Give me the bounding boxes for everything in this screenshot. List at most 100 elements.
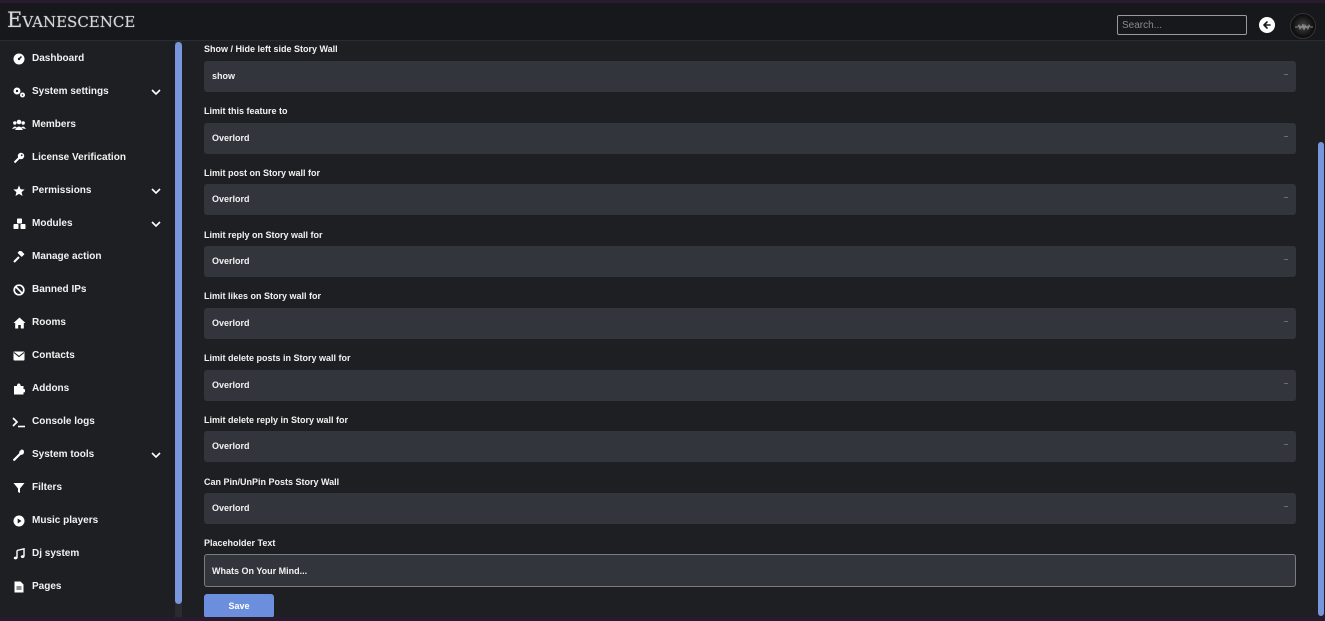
dashboard-icon: [12, 52, 26, 66]
sidebar-item-label: System tools: [32, 449, 95, 460]
sidebar-item-label: Music players: [32, 515, 99, 526]
site-logo[interactable]: Evanescence: [7, 8, 135, 32]
star-icon: [12, 184, 26, 198]
select-value: Overlord: [212, 194, 250, 204]
sidebar-scrollbar-thumb[interactable]: [175, 42, 182, 604]
field-label: Limit likes on Story wall for: [204, 291, 322, 301]
save-button[interactable]: Save: [204, 594, 274, 618]
ban-icon: [12, 283, 26, 297]
caret-icon: [1284, 136, 1288, 137]
select-value: Overlord: [212, 380, 250, 390]
field-label: Limit reply on Story wall for: [204, 230, 323, 240]
puzzle-icon: [12, 382, 26, 396]
bottom-strip: [0, 617, 1325, 621]
limit-delete-posts-select[interactable]: Overlord: [204, 370, 1296, 401]
limit-feature-select[interactable]: Overlord: [204, 123, 1296, 154]
sidebar-item-label: Addons: [32, 383, 70, 394]
terminal-icon: [12, 415, 26, 429]
sidebar-item-banned-ips[interactable]: Banned IPs: [0, 273, 172, 306]
sidebar-item-pages[interactable]: Pages: [0, 570, 172, 603]
sidebar: Dashboard System settings Members Licens…: [0, 41, 183, 621]
sidebar-item-dj-system[interactable]: Dj system: [0, 537, 172, 570]
caret-icon: [1284, 197, 1288, 198]
limit-reply-select[interactable]: Overlord: [204, 246, 1296, 277]
avatar[interactable]: [1290, 13, 1316, 39]
field-label: Limit delete reply in Story wall for: [204, 415, 349, 425]
select-value: Overlord: [212, 441, 250, 451]
sidebar-item-label: Rooms: [32, 317, 66, 328]
sidebar-item-label: License Verification: [32, 152, 126, 163]
key-icon: [12, 151, 26, 165]
sidebar-item-contacts[interactable]: Contacts: [0, 339, 172, 372]
field-label: Limit delete posts in Story wall for: [204, 353, 351, 363]
select-value: Overlord: [212, 133, 250, 143]
field-label: Show / Hide left side Story Wall: [204, 44, 338, 54]
cubes-icon: [12, 217, 26, 231]
sidebar-item-label: Pages: [32, 581, 62, 592]
arrow-left-icon: [1263, 21, 1271, 29]
field-label: Placeholder Text: [204, 538, 276, 548]
sidebar-item-label: Dashboard: [32, 53, 85, 64]
sidebar-item-system-settings[interactable]: System settings: [0, 75, 172, 108]
limit-post-select[interactable]: Overlord: [204, 184, 1296, 215]
sidebar-item-label: Manage action: [32, 251, 102, 262]
caret-icon: [1284, 321, 1288, 322]
limit-likes-select[interactable]: Overlord: [204, 308, 1296, 339]
chevron-down-icon: [151, 187, 161, 194]
sidebar-item-label: Contacts: [32, 350, 75, 361]
avatar-image: [1295, 23, 1313, 31]
field-label: Limit post on Story wall for: [204, 168, 321, 178]
sidebar-item-label: Dj system: [32, 548, 80, 559]
caret-icon: [1284, 506, 1288, 507]
sidebar-item-license-verification[interactable]: License Verification: [0, 141, 172, 174]
wrench-icon: [12, 448, 26, 462]
play-circle-icon: [12, 514, 26, 528]
home-icon: [12, 316, 26, 330]
users-icon: [12, 118, 26, 132]
select-value: Overlord: [212, 256, 250, 266]
sidebar-item-label: Modules: [32, 218, 73, 229]
sidebar-item-label: Members: [32, 119, 76, 130]
show-hide-story-wall-select[interactable]: show: [204, 61, 1296, 92]
sidebar-item-label: Console logs: [32, 416, 95, 427]
select-value: show: [212, 71, 236, 81]
gavel-icon: [12, 250, 26, 264]
back-button[interactable]: [1259, 17, 1275, 33]
music-icon: [12, 547, 26, 561]
chevron-down-icon: [151, 88, 161, 95]
sidebar-item-music-players[interactable]: Music players: [0, 504, 172, 537]
sidebar-item-console-logs[interactable]: Console logs: [0, 405, 172, 438]
search-input[interactable]: [1117, 15, 1247, 35]
field-label: Limit this feature to: [204, 106, 288, 116]
sidebar-item-permissions[interactable]: Permissions: [0, 174, 172, 207]
caret-icon: [1284, 259, 1288, 260]
gears-icon: [12, 85, 26, 99]
caret-icon: [1284, 383, 1288, 384]
story-wall-settings-form: Show / Hide left side Story Wall show Li…: [190, 41, 1310, 621]
sidebar-item-label: Banned IPs: [32, 284, 87, 295]
sidebar-item-label: System settings: [32, 86, 109, 97]
main-scrollbar-thumb[interactable]: [1318, 142, 1324, 616]
select-value: Overlord: [212, 318, 250, 328]
pin-unpin-posts-select[interactable]: Overlord: [204, 493, 1296, 524]
select-value: Overlord: [212, 503, 250, 513]
chevron-down-icon: [151, 451, 161, 458]
sidebar-item-manage-action[interactable]: Manage action: [0, 240, 172, 273]
sidebar-item-modules[interactable]: Modules: [0, 207, 172, 240]
envelope-icon: [12, 349, 26, 363]
sidebar-item-rooms[interactable]: Rooms: [0, 306, 172, 339]
sidebar-item-system-tools[interactable]: System tools: [0, 438, 172, 471]
caret-icon: [1284, 444, 1288, 445]
sidebar-item-addons[interactable]: Addons: [0, 372, 172, 405]
filter-icon: [12, 481, 26, 495]
sidebar-item-filters[interactable]: Filters: [0, 471, 172, 504]
caret-icon: [1284, 74, 1288, 75]
field-label: Can Pin/UnPin Posts Story Wall: [204, 477, 340, 487]
sidebar-item-members[interactable]: Members: [0, 108, 172, 141]
file-icon: [12, 580, 26, 594]
top-bar: Evanescence: [0, 0, 1325, 41]
sidebar-item-label: Filters: [32, 482, 63, 493]
sidebar-item-dashboard[interactable]: Dashboard: [0, 42, 172, 75]
placeholder-text-input[interactable]: [204, 554, 1296, 587]
limit-delete-reply-select[interactable]: Overlord: [204, 431, 1296, 462]
